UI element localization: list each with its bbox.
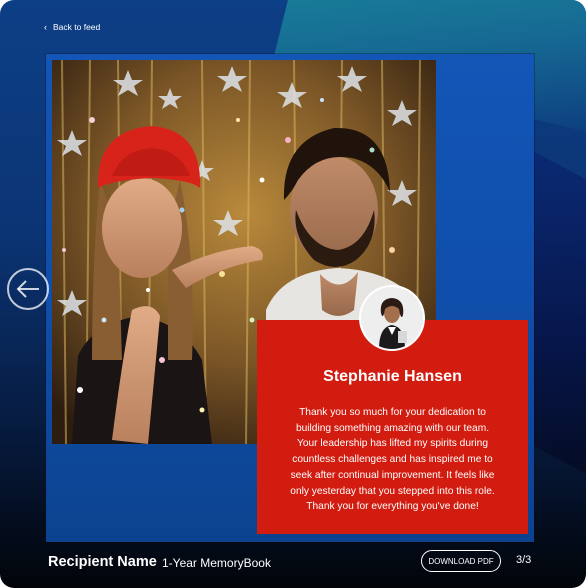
- memorybook-viewer: ‹ Back to feed Stephanie Hansen Thank yo…: [0, 0, 586, 588]
- viewer-footer: Recipient Name 1-Year MemoryBook DOWNLOA…: [0, 548, 586, 578]
- author-avatar: [361, 287, 423, 349]
- memorybook-page: Stephanie Hansen Thank you so much for y…: [46, 54, 534, 542]
- recipient-name: Recipient Name: [48, 554, 157, 570]
- memory-card: Stephanie Hansen Thank you so much for y…: [257, 320, 528, 534]
- page-counter: 3/3: [516, 554, 532, 566]
- card-message: Thank you so much for your dedication to…: [290, 407, 495, 513]
- back-to-feed-link[interactable]: ‹ Back to feed: [44, 22, 100, 32]
- chevron-left-icon: ‹: [44, 21, 47, 32]
- previous-page-button[interactable]: [7, 268, 49, 310]
- arrow-left-icon: [16, 280, 39, 298]
- avatar-photo: [361, 287, 423, 349]
- back-to-feed-label: Back to feed: [53, 22, 101, 32]
- card-author-name: Stephanie Hansen: [323, 368, 462, 385]
- memorybook-title: 1-Year MemoryBook: [162, 556, 271, 570]
- download-pdf-button[interactable]: DOWNLOAD PDF: [421, 550, 501, 572]
